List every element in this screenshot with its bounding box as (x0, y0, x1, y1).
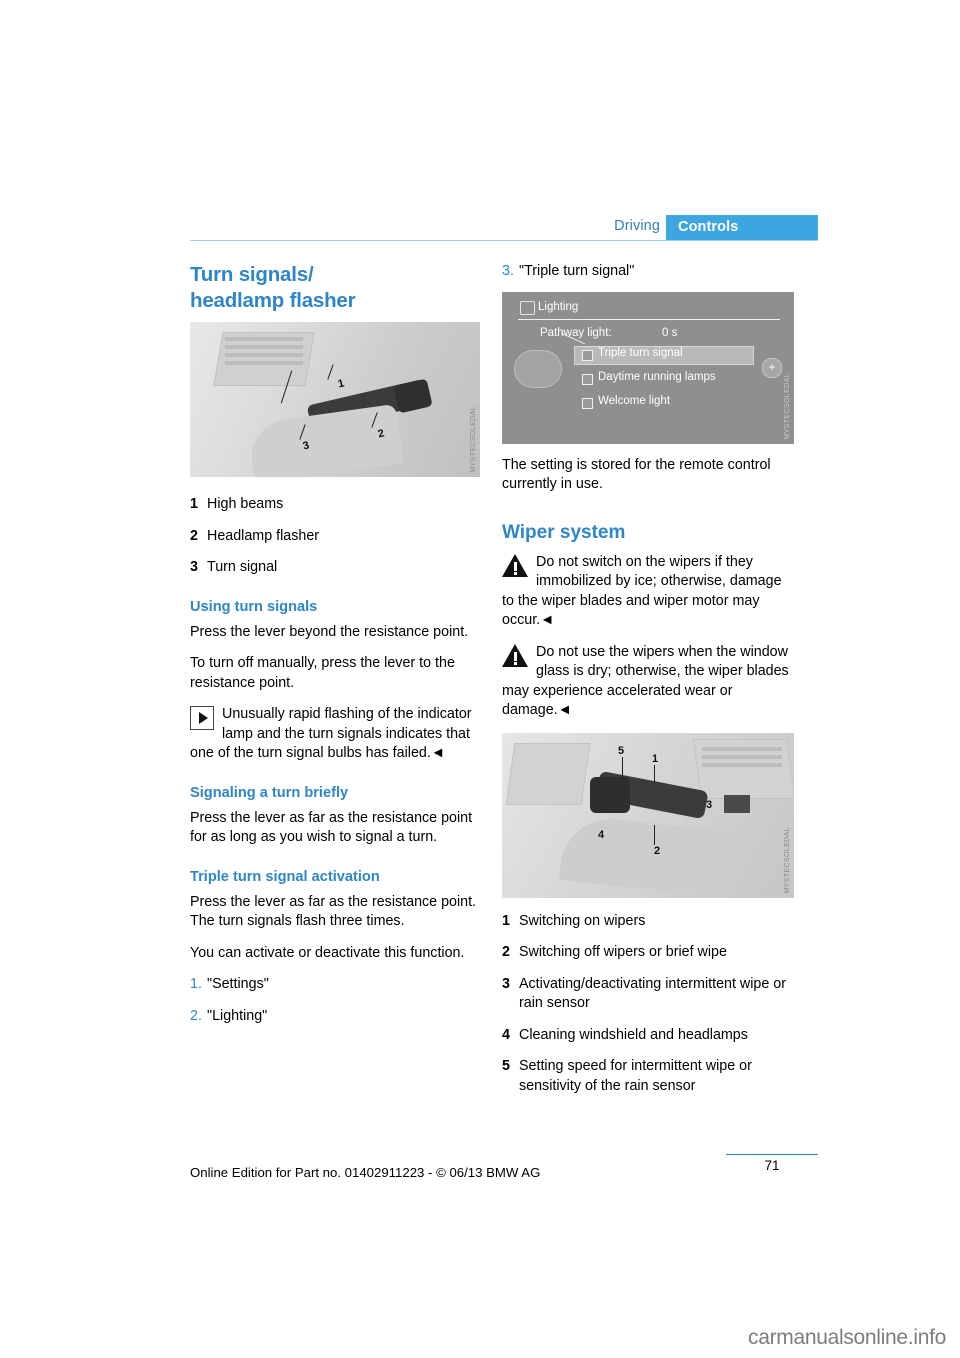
legend-text: Switching off wipers or brief wipe (519, 944, 727, 960)
note-icon (190, 706, 214, 730)
paragraph-triple-2: You can activate or deactivate this func… (190, 944, 465, 961)
step-text: "Settings" (207, 976, 269, 992)
checkbox-welcome-light[interactable] (582, 397, 593, 409)
illustration-callout-4: 4 (598, 828, 605, 841)
legend-number: 3 (502, 975, 510, 992)
header-divider (190, 240, 818, 241)
legend-text: Activating/deactivating intermittent wip… (519, 975, 787, 1012)
section-title-wiper-system: Wiper system (502, 521, 626, 543)
right-column: 3. "Triple turn signal" Lighting Pathway… (502, 262, 794, 1108)
header-subsection-box: Controls (666, 215, 818, 240)
note-block: Unusually rapid flashing of the indicato… (190, 705, 480, 764)
legend-text: Cleaning windshield and headlamps (519, 1026, 748, 1043)
legend-item: 1 High beams (190, 495, 480, 515)
note-endmark: ◄ (430, 745, 445, 761)
idrive-plus-button[interactable]: + (762, 357, 782, 378)
warning-icon (502, 553, 528, 578)
legend-item: 5 Setting speed for intermittent wipe or… (502, 1057, 794, 1096)
image-code-left: MYSTECSOLEDAL (470, 406, 477, 473)
warning-block-2: Do not use the wipers when the window gl… (502, 643, 794, 721)
wiper-legend: 1 Switching on wipers 2 Switching off wi… (502, 912, 794, 1097)
triple-turn-steps: 1. "Settings" 2. "Lighting" (190, 975, 480, 1026)
subhead-signaling-briefly: Signaling a turn briefly (190, 784, 349, 801)
step-text: "Lighting" (207, 1007, 268, 1024)
page-header: Driving Controls (190, 215, 818, 248)
image-code-right: MYSTECSOLEDAL (784, 826, 791, 894)
page-title-line2: headlamp flasher (190, 289, 356, 312)
idrive-row-pathway-label: Pathway light: (540, 326, 612, 339)
idrive-row-pathway-value: 0 s (662, 326, 678, 339)
idrive-row-triple[interactable]: Triple turn signal (598, 347, 683, 359)
warning-block-1: Do not switch on the wipers if they immo… (502, 553, 794, 631)
legend-item: 3 Turn signal (190, 558, 480, 578)
warning-text-2: Do not use the wipers when the window gl… (502, 643, 789, 719)
legend-number: 2 (502, 944, 510, 960)
legend-item: 2 Headlamp flasher (190, 527, 480, 547)
idrive-screen: Lighting Pathway light: 0 s Triple turn … (502, 291, 794, 444)
header-section-label: Driving (614, 218, 660, 234)
legend-number: 1 (190, 496, 198, 512)
header-subsection-label: Controls (678, 219, 739, 235)
illustration-callout-5: 5 (618, 744, 625, 757)
legend-number: 4 (502, 1026, 510, 1043)
legend-number: 5 (502, 1058, 510, 1074)
watermark: carmanualsonline.info (748, 1326, 946, 1349)
subhead-using-turn-signals: Using turn signals (190, 598, 318, 615)
warning-icon (502, 643, 528, 668)
legend-item: 4 Cleaning windshield and headlamps (502, 1026, 794, 1046)
paragraph-using-1: Press the lever beyond the resistance po… (190, 623, 469, 640)
step-item: 1. "Settings" (190, 975, 480, 995)
page-title-line1: Turn signals/ (190, 263, 314, 286)
note-text: Unusually rapid flashing of the indicato… (190, 706, 472, 761)
legend-number: 3 (190, 559, 198, 575)
idrive-menu-title: Lighting (538, 300, 579, 313)
legend-item: 1 Switching on wipers (502, 912, 794, 932)
paragraph-triple-1: Press the lever as far as the resistance… (190, 893, 477, 930)
manual-page: Driving Controls Turn signals/ headlamp … (0, 0, 960, 1358)
illustration-callout-3: 3 (706, 798, 713, 811)
paragraph-using-2: To turn off manually, press the lever to… (190, 655, 455, 691)
legend-text: Headlamp flasher (207, 527, 320, 544)
checkbox-triple-turn-signal[interactable] (582, 349, 593, 361)
footer-divider (726, 1154, 818, 1155)
legend-item: 2 Switching off wipers or brief wipe (502, 943, 794, 963)
step-item: 2. "Lighting" (190, 1007, 480, 1027)
legend-text: High beams (207, 496, 284, 512)
legend-item: 3 Activating/deactivating intermittent w… (502, 975, 794, 1014)
idrive-row-daytime[interactable]: Daytime running lamps (598, 371, 716, 383)
wiper-stalk-illustration: 5 1 3 4 2 MYSTECSOLEDAL (502, 732, 794, 898)
lighting-icon (520, 300, 535, 315)
image-code-idrive: MYSTECSOLEDAL (784, 372, 791, 440)
step-item-3: 3. "Triple turn signal" (502, 262, 794, 282)
warning-endmark-2: ◄ (557, 702, 572, 718)
left-column: Turn signals/ headlamp flasher 1 2 3 MYS… (190, 262, 480, 1038)
legend-number: 1 (502, 912, 510, 929)
legend-number: 2 (190, 527, 198, 544)
step-number: 1. (190, 976, 202, 992)
warning-endmark-1: ◄ (540, 612, 555, 628)
paragraph-setting-stored: The setting is stored for the remote con… (502, 456, 771, 493)
edition-note: Online Edition for Part no. 01402911223 … (190, 1165, 541, 1180)
legend-text: Setting speed for intermittent wipe or s… (519, 1058, 752, 1094)
illustration-callout-2: 2 (654, 844, 661, 857)
turn-signal-legend: 1 High beams 2 Headlamp flasher 3 Turn s… (190, 495, 480, 578)
checkbox-daytime-running-lamps[interactable] (582, 373, 593, 385)
page-number: 71 (764, 1158, 780, 1173)
legend-text: Turn signal (207, 559, 278, 575)
turn-signal-stalk-illustration: 1 2 3 MYSTECSOLEDAL (190, 322, 480, 477)
idrive-lighting-menu-screenshot: Lighting Pathway light: 0 s Triple turn … (502, 291, 794, 444)
idrive-back-knob[interactable] (514, 349, 562, 388)
step-number: 2. (190, 1007, 202, 1024)
idrive-row-welcome[interactable]: Welcome light (598, 395, 670, 407)
page-title: Turn signals/ headlamp flasher (190, 262, 480, 314)
step-number: 3. (502, 263, 514, 279)
subhead-triple-turn-signal: Triple turn signal activation (190, 868, 380, 885)
step-text: "Triple turn signal" (519, 263, 635, 279)
paragraph-brief: Press the lever as far as the resistance… (190, 809, 473, 846)
legend-text: Switching on wipers (519, 912, 646, 929)
illustration-callout-1: 1 (652, 752, 659, 765)
